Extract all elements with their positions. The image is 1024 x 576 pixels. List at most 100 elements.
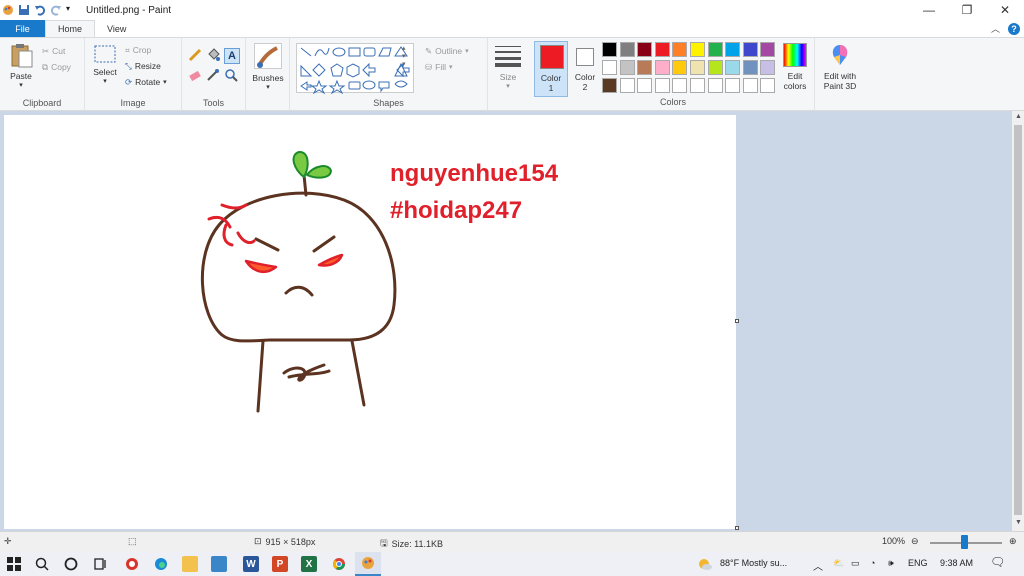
- resize-handle-corner[interactable]: [735, 526, 739, 530]
- brushes-dropdown-icon[interactable]: ▾: [246, 83, 290, 91]
- palette-swatch-3-4[interactable]: [654, 78, 670, 93]
- language-indicator[interactable]: ENG: [908, 558, 928, 568]
- powerpoint-icon[interactable]: P: [272, 556, 288, 572]
- clock[interactable]: 9:38 AM: [940, 558, 973, 568]
- customize-qat-icon[interactable]: ▾: [66, 4, 78, 16]
- edge-icon[interactable]: [153, 556, 169, 572]
- color2-button[interactable]: Color 2: [570, 41, 600, 97]
- palette-swatch-1-8[interactable]: [725, 42, 741, 57]
- zoom-out-button[interactable]: ⊖: [911, 536, 919, 547]
- pc-icon[interactable]: [211, 556, 227, 572]
- palette-swatch-3-3[interactable]: [637, 78, 653, 93]
- app-red-circle-icon[interactable]: [124, 556, 140, 572]
- fill-bucket-icon[interactable]: [206, 48, 224, 64]
- redo-icon[interactable]: [50, 4, 62, 16]
- notification-icon[interactable]: 🗨: [990, 555, 1005, 569]
- weather-icon[interactable]: [697, 556, 713, 574]
- edit-with-paint3d-button[interactable]: Edit with Paint 3D: [818, 43, 862, 103]
- restore-icon[interactable]: ❐: [948, 0, 986, 20]
- size-button[interactable]: Size ▾: [490, 43, 526, 103]
- palette-swatch-3-10[interactable]: [760, 78, 776, 93]
- palette-swatch-2-6[interactable]: [690, 60, 705, 75]
- palette-swatch-1-5[interactable]: [672, 42, 688, 57]
- crop-button[interactable]: ⌗ Crop: [125, 42, 167, 58]
- chrome-icon[interactable]: [331, 556, 347, 572]
- palette-swatch-2-7[interactable]: [707, 60, 723, 75]
- excel-icon[interactable]: X: [301, 556, 317, 572]
- scroll-up-icon[interactable]: ▲: [1015, 113, 1022, 120]
- undo-icon[interactable]: [34, 4, 46, 16]
- weather-text[interactable]: 88°F Mostly su...: [720, 558, 787, 568]
- pencil-icon[interactable]: [188, 48, 206, 64]
- resize-handle-right[interactable]: [735, 319, 739, 323]
- palette-swatch-1-1[interactable]: [602, 42, 617, 57]
- paste-button[interactable]: Paste ▾: [6, 43, 36, 89]
- battery-icon[interactable]: ▭: [851, 558, 860, 569]
- show-hidden-icons[interactable]: ︿: [813, 558, 823, 573]
- palette-swatch-1-2[interactable]: [619, 42, 635, 57]
- drawing-canvas[interactable]: nguyenhue154 #hoidap247: [4, 115, 736, 529]
- help-icon[interactable]: ?: [1008, 22, 1020, 35]
- eraser-icon[interactable]: [188, 68, 206, 84]
- task-view-icon[interactable]: [92, 556, 108, 572]
- palette-swatch-2-1[interactable]: [602, 60, 617, 75]
- palette-swatch-2-9[interactable]: [742, 60, 758, 75]
- outline-button[interactable]: ✎ Outline ▾: [425, 43, 469, 59]
- palette-swatch-2-2[interactable]: [619, 60, 635, 75]
- select-dropdown-icon[interactable]: ▾: [91, 77, 119, 85]
- copy-button[interactable]: ⧉ Copy: [42, 59, 71, 75]
- palette-swatch-1-7[interactable]: [707, 42, 723, 57]
- fill-button[interactable]: ⛁ Fill ▾: [425, 59, 469, 75]
- brushes-group[interactable]: Brushes ▾: [246, 38, 290, 111]
- paint-taskbar-button[interactable]: [355, 552, 381, 576]
- zoom-in-button[interactable]: ⊕: [1009, 536, 1017, 547]
- rotate-button[interactable]: ⟳ Rotate ▾: [125, 74, 167, 90]
- start-icon[interactable]: [6, 556, 22, 572]
- scrollbar-thumb[interactable]: [1014, 125, 1022, 515]
- palette-swatch-1-6[interactable]: [690, 42, 705, 57]
- edit-colors-button[interactable]: Edit colors: [778, 43, 812, 103]
- magnifier-icon[interactable]: [224, 68, 242, 84]
- palette-swatch-2-5[interactable]: [672, 60, 688, 75]
- vertical-scrollbar[interactable]: ▲ ▼: [1012, 111, 1024, 531]
- file-explorer-icon[interactable]: [182, 556, 198, 572]
- network-icon[interactable]: ◔: [870, 558, 875, 568]
- minimize-icon[interactable]: —: [910, 0, 948, 20]
- shapes-gallery[interactable]: [296, 43, 414, 95]
- volume-icon[interactable]: 🕪: [888, 558, 894, 569]
- rotate-dropdown-icon[interactable]: ▾: [163, 78, 167, 86]
- palette-swatch-3-6[interactable]: [690, 78, 705, 93]
- scroll-down-icon[interactable]: ▼: [1015, 519, 1022, 526]
- text-tool-icon[interactable]: A: [224, 48, 240, 64]
- palette-swatch-2-3[interactable]: [637, 60, 653, 75]
- palette-swatch-3-5[interactable]: [672, 78, 688, 93]
- word-icon[interactable]: W: [243, 556, 259, 572]
- close-icon[interactable]: ✕: [986, 0, 1024, 20]
- palette-swatch-3-7[interactable]: [707, 78, 723, 93]
- palette-swatch-1-3[interactable]: [637, 42, 653, 57]
- shapes-scroll-arrows[interactable]: ▴ ▾ ▾: [402, 44, 406, 68]
- resize-button[interactable]: ⤡ Resize: [125, 58, 167, 74]
- search-icon[interactable]: [34, 556, 50, 572]
- palette-swatch-3-2[interactable]: [619, 78, 635, 93]
- palette-swatch-3-9[interactable]: [742, 78, 758, 93]
- cloud-icon[interactable]: ⛅: [833, 558, 844, 569]
- select-button[interactable]: Select ▾: [91, 43, 119, 85]
- zoom-slider-thumb[interactable]: [961, 535, 968, 549]
- palette-swatch-3-1[interactable]: [602, 78, 617, 93]
- cortana-icon[interactable]: [63, 556, 79, 572]
- color-picker-icon[interactable]: [206, 68, 224, 84]
- palette-swatch-1-9[interactable]: [742, 42, 758, 57]
- tab-file[interactable]: File: [0, 20, 45, 37]
- palette-swatch-1-4[interactable]: [654, 42, 670, 57]
- palette-swatch-1-10[interactable]: [760, 42, 776, 57]
- paste-dropdown-icon[interactable]: ▾: [6, 81, 36, 89]
- collapse-ribbon-icon[interactable]: ︿: [991, 22, 1000, 35]
- cut-button[interactable]: ✂ Cut: [42, 43, 71, 59]
- tab-home[interactable]: Home: [45, 20, 96, 37]
- palette-swatch-2-4[interactable]: [654, 60, 670, 75]
- save-icon[interactable]: [18, 4, 30, 16]
- tab-view[interactable]: View: [95, 20, 138, 37]
- palette-swatch-2-8[interactable]: [725, 60, 741, 75]
- palette-swatch-3-8[interactable]: [725, 78, 741, 93]
